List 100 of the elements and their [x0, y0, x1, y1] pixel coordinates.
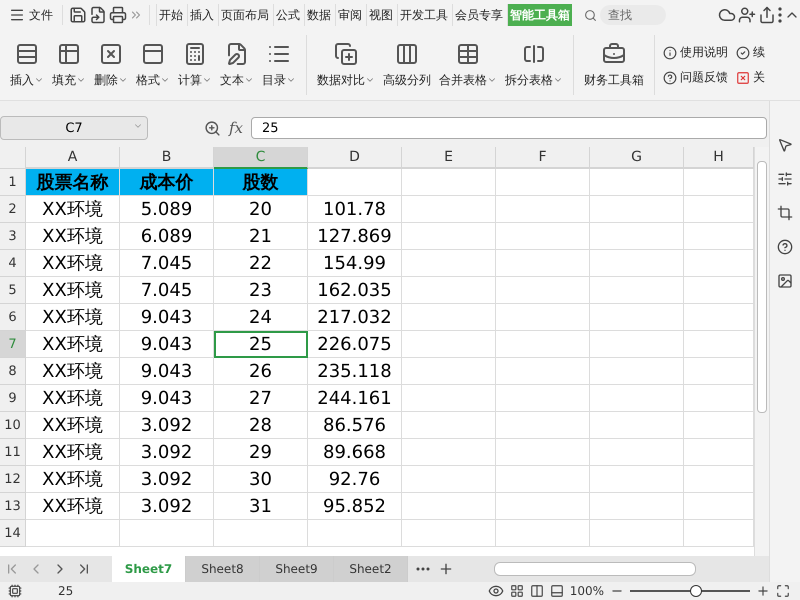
table-cell: 86.576	[308, 412, 402, 439]
horizontal-scrollbar[interactable]	[494, 562, 696, 576]
column-header[interactable]: D	[308, 147, 402, 169]
function-label[interactable]: fx	[229, 119, 244, 137]
column-header[interactable]: G	[590, 147, 684, 169]
table-cell: 成本价	[120, 169, 214, 196]
row-header[interactable]: 9	[0, 385, 26, 412]
table-cell: XX环境	[26, 304, 120, 331]
page-view-icon	[530, 584, 544, 598]
table-cell: 29	[214, 439, 308, 466]
column-header[interactable]: F	[496, 147, 590, 169]
zoom-level[interactable]: 100%	[570, 584, 604, 598]
table-cell: 9.043	[120, 358, 214, 385]
normal-view-icon	[510, 584, 524, 598]
ribbon-button[interactable]: 目录	[258, 42, 300, 88]
column-header[interactable]: H	[684, 147, 754, 169]
zoom-icon	[204, 120, 221, 136]
ribbon-button[interactable]: 格式	[132, 42, 174, 88]
link-button[interactable]: 续	[736, 44, 765, 61]
table-cell: 7.045	[120, 250, 214, 277]
row-header[interactable]: 1	[0, 169, 26, 196]
table-icon	[456, 42, 480, 66]
table-cell: 30	[214, 466, 308, 493]
ribbon-button[interactable]: 文本	[216, 42, 258, 88]
cloud-icon	[718, 6, 736, 24]
table-cell: 244.161	[308, 385, 402, 412]
table-cell: 95.852	[308, 493, 402, 520]
column-header[interactable]: A	[26, 147, 120, 169]
search-field[interactable]: 查找	[600, 5, 666, 25]
table-cell: 31	[214, 493, 308, 520]
sheet-tab[interactable]: Sheet7	[112, 556, 186, 582]
menu-tab[interactable]: 数据	[304, 4, 333, 26]
link-button[interactable]: 使用说明	[663, 44, 728, 61]
print-icon	[109, 6, 127, 24]
table-cell: XX环境	[26, 250, 120, 277]
ribbon-button[interactable]: 合并表格	[435, 42, 501, 88]
menu-tab[interactable]: 公式	[273, 4, 302, 26]
row-header[interactable]: 14	[0, 520, 26, 547]
row-header[interactable]: 12	[0, 466, 26, 493]
row-header[interactable]: 11	[0, 439, 26, 466]
table-cell: 9.043	[120, 304, 214, 331]
menu-tab[interactable]: 开发工具	[397, 4, 450, 26]
menu-tab[interactable]: 页面布局	[218, 4, 271, 26]
ribbon-button[interactable]: 计算	[174, 42, 216, 88]
table-cell: 235.118	[308, 358, 402, 385]
more-icon[interactable]	[778, 7, 782, 23]
column-header[interactable]: E	[402, 147, 496, 169]
menu-tab[interactable]: 视图	[366, 4, 395, 26]
ribbon-button[interactable]: 高级分列	[379, 42, 435, 88]
row-header[interactable]: 5	[0, 277, 26, 304]
row-header[interactable]: 3	[0, 223, 26, 250]
user-plus-icon	[738, 6, 756, 24]
row-header[interactable]: 4	[0, 250, 26, 277]
file-menu[interactable]: 文件	[6, 3, 56, 27]
more-icon[interactable]	[416, 567, 430, 571]
link-button[interactable]: 问题反馈	[663, 69, 728, 86]
zoom-slider-thumb[interactable]	[690, 585, 702, 597]
formula-field[interactable]: 25	[251, 117, 767, 139]
ribbon-button[interactable]: 拆分表格	[501, 42, 567, 88]
name-box[interactable]: C7	[0, 116, 148, 140]
row-header[interactable]: 13	[0, 493, 26, 520]
sliders-icon	[777, 171, 793, 187]
row-header[interactable]: 8	[0, 358, 26, 385]
column-header[interactable]: B	[120, 147, 214, 169]
menu-tab[interactable]: 会员专享	[452, 4, 505, 26]
sheet-tab[interactable]: Sheet8	[186, 556, 260, 582]
sheet-tab[interactable]: Sheet9	[260, 556, 334, 582]
table-cell: 3.092	[120, 493, 214, 520]
table-cell: 127.869	[308, 223, 402, 250]
link-button[interactable]: 关	[736, 69, 765, 86]
cursor-icon	[777, 137, 793, 153]
page-break-icon	[550, 584, 564, 598]
export-icon	[89, 6, 107, 24]
ribbon-button[interactable]: 删除	[90, 42, 132, 88]
ribbon-button[interactable]: 数据对比	[313, 42, 379, 88]
table-cell: XX环境	[26, 466, 120, 493]
calculator-icon	[183, 42, 207, 66]
menu-tab[interactable]: 审阅	[335, 4, 364, 26]
table-cell: 股数	[214, 169, 308, 196]
columns-icon	[395, 42, 419, 66]
macro-icon	[8, 584, 22, 598]
table-cell: XX环境	[26, 439, 120, 466]
check-circle-icon	[736, 46, 750, 60]
row-header[interactable]: 2	[0, 196, 26, 223]
table-cell: 6.089	[120, 223, 214, 250]
row-header[interactable]: 10	[0, 412, 26, 439]
ribbon-button[interactable]: 财务工具箱	[580, 42, 648, 88]
share-icon	[758, 6, 776, 24]
briefcase-icon	[602, 42, 626, 66]
table-cell: 162.035	[308, 277, 402, 304]
row-header[interactable]: 6	[0, 304, 26, 331]
ribbon-button[interactable]: 填充	[48, 42, 90, 88]
scrollbar-thumb[interactable]	[757, 161, 767, 413]
table-cell: 24	[214, 304, 308, 331]
table-cell: 22	[214, 250, 308, 277]
sheet-tab[interactable]: Sheet2	[334, 556, 408, 582]
menu-tab[interactable]: 插入	[187, 4, 216, 26]
table-cell: 217.032	[308, 304, 402, 331]
menu-tab[interactable]: 开始	[156, 4, 185, 26]
ribbon-button[interactable]: 插入	[6, 42, 48, 88]
